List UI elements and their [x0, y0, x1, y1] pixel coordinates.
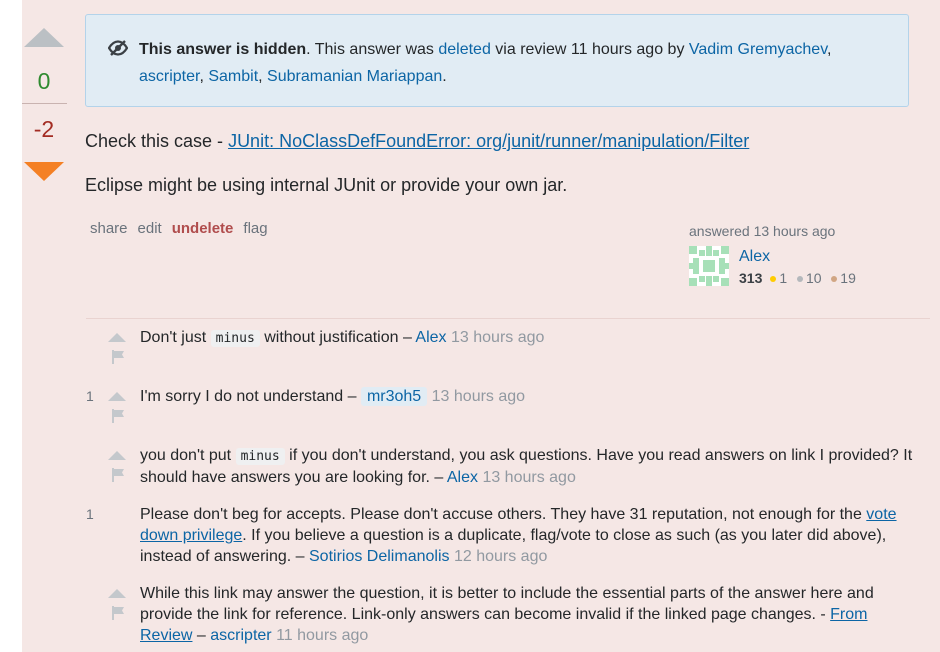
user-link[interactable]: Vadim Gremyachev [689, 41, 827, 58]
comments-divider [86, 318, 930, 319]
comment-text: I'm sorry I do not understand – mr3oh5 1… [140, 386, 924, 407]
comment-body: I'm sorry I do not understand – [140, 388, 361, 405]
user-link[interactable]: Sambit [208, 68, 258, 85]
comment-body: Please don't beg for accepts. Please don… [140, 506, 867, 523]
reputation: 313 1 10 19 [739, 270, 856, 286]
comment-text: Please don't beg for accepts. Please don… [140, 504, 924, 567]
user-name-link[interactable]: Alex [739, 248, 770, 266]
inline-code: minus [210, 330, 260, 347]
downvote-arrow-icon[interactable] [24, 162, 64, 181]
eye-slash-icon [108, 40, 128, 56]
notice-text: . This answer was [306, 41, 439, 58]
gold-badge-count: 1 [779, 270, 788, 286]
comment-text: you don't put minus if you don't underst… [140, 445, 924, 488]
comment-date[interactable]: 12 hours ago [454, 548, 547, 565]
upvote-arrow-icon[interactable] [24, 28, 64, 47]
comment-user-link[interactable]: ascripter [210, 627, 271, 644]
comment-date[interactable]: 13 hours ago [451, 329, 544, 346]
comment-upvote-icon[interactable] [108, 451, 126, 460]
user-link[interactable]: ascripter [139, 68, 199, 85]
vote-divider [22, 103, 67, 104]
flag-icon[interactable] [111, 350, 125, 364]
silver-badge-count: 10 [805, 270, 822, 286]
comment-upvote-icon[interactable] [108, 392, 126, 401]
user-link[interactable]: Subramanian Mariappan [267, 68, 442, 85]
bronze-badge-count: 19 [840, 270, 856, 286]
edit-link[interactable]: edit [138, 220, 162, 237]
reputation-score: 313 [739, 270, 763, 286]
comment-upvote-icon[interactable] [108, 333, 126, 342]
comment-user-link[interactable]: Sotirios Delimanolis [309, 548, 450, 565]
undelete-link[interactable]: undelete [172, 220, 234, 237]
comment-text: Don't just minus without justification –… [140, 327, 924, 349]
comment-text: While this link may answer the question,… [140, 583, 924, 646]
notice-text: via review 11 hours ago by [490, 41, 689, 58]
answer-paragraph: Check this case - JUnit: NoClassDefFound… [85, 130, 749, 152]
avatar[interactable] [689, 246, 729, 286]
upvote-count: 0 [37, 68, 51, 94]
comment-body: without justification – [259, 329, 416, 346]
question-link[interactable]: JUnit: NoClassDefFoundError: org/junit/r… [228, 131, 749, 151]
deleted-link[interactable]: deleted [438, 41, 491, 58]
hidden-answer-notice: This answer is hidden. This answer was d… [85, 14, 909, 107]
comment-user-link[interactable]: Alex [415, 329, 446, 346]
comment-score: 1 [86, 506, 94, 522]
flag-icon[interactable] [111, 606, 125, 620]
comment-body: you don't put [140, 447, 236, 464]
answer-paragraph: Eclipse might be using internal JUnit or… [85, 175, 568, 195]
silver-badge-icon [796, 275, 803, 282]
comment-upvote-icon[interactable] [108, 589, 126, 598]
flag-link[interactable]: flag [243, 220, 267, 237]
comment-body: – [192, 627, 211, 644]
bronze-badge-icon [831, 275, 838, 282]
downvote-count: -2 [33, 116, 55, 142]
post-menu: share edit undelete flag [90, 220, 278, 237]
comment-user-link[interactable]: mr3oh5 [360, 387, 428, 406]
answered-time: answered 13 hours ago [689, 223, 836, 239]
comment-date[interactable]: 11 hours ago [276, 627, 368, 644]
comment-body: While this link may answer the question,… [140, 585, 874, 623]
comment-score: 1 [86, 388, 94, 404]
answer-text: Check this case - [85, 131, 229, 151]
notice-title: This answer is hidden [139, 41, 307, 58]
comment-date[interactable]: 13 hours ago [482, 469, 575, 486]
flag-icon[interactable] [111, 468, 125, 482]
comment-date[interactable]: 13 hours ago [432, 388, 525, 405]
flag-icon[interactable] [111, 409, 125, 423]
inline-code: minus [235, 448, 285, 465]
comment-user-link[interactable]: Alex [447, 469, 478, 486]
comment-body: Don't just [140, 329, 211, 346]
gold-badge-icon [770, 275, 777, 282]
share-link[interactable]: share [90, 220, 128, 237]
